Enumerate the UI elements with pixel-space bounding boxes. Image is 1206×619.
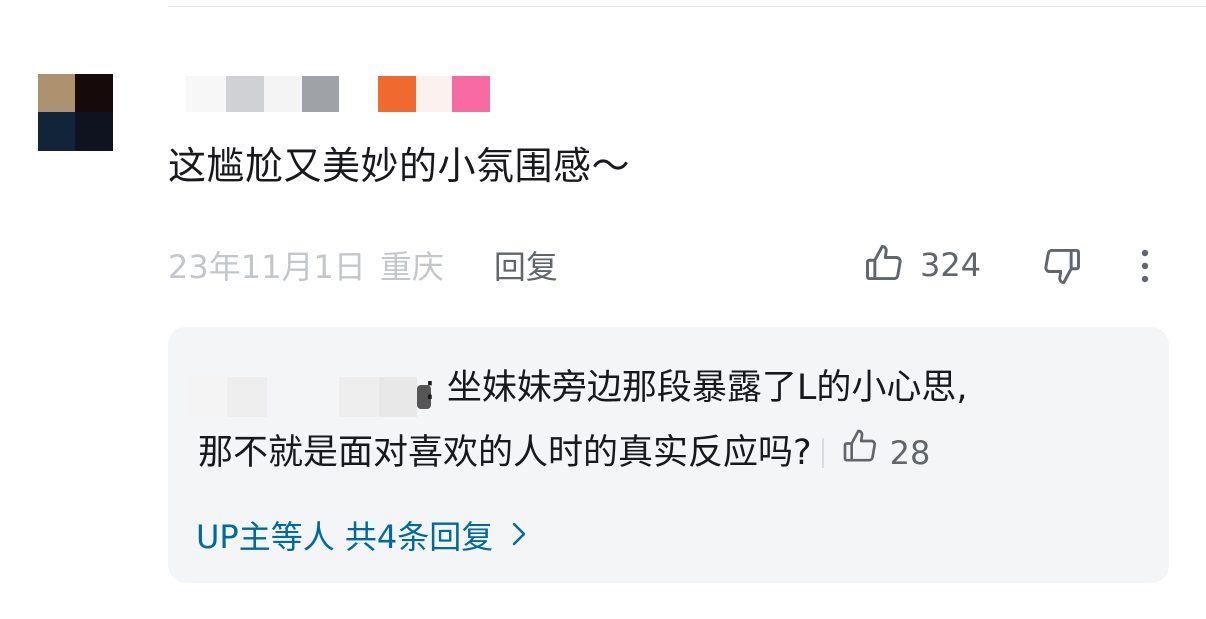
avatar-pixel [38,74,75,112]
username-pixel [302,76,339,112]
username-pixel [264,76,302,112]
reply-username-pixel [379,377,417,417]
like-count: 324 [920,246,982,284]
comment-text: 这尴尬又美妙的小氛围感～ [168,144,631,188]
thumbs-up-icon [840,426,880,480]
comment-meta: 23年11月1日 重庆 回复 324 [168,240,1178,290]
top-divider [168,6,1206,7]
reply-text-line2: 那不就是面对喜欢的人时的真实反应吗? 28 [198,426,930,480]
username-pixel [186,76,226,112]
reply-username-censored[interactable] [183,369,448,419]
view-all-replies-label: UP主等人 共4条回复 [196,518,494,556]
username-pixel [226,76,264,112]
reply-like-count: 28 [889,434,931,472]
reply-like-button[interactable]: 28 [840,426,931,480]
reply-username-pixel [227,377,267,417]
dislike-button[interactable] [1040,244,1084,288]
username-pixel [452,76,490,112]
username-pixel [416,76,452,112]
reply-button[interactable]: 回复 [494,242,558,288]
reply-text-line1: : 坐妹妹旁边那段暴露了L的小心思, [424,368,968,408]
reply-username-pixel [187,377,227,417]
comment-date: 23年11月1日 [168,248,366,286]
reply-preview-box: : 坐妹妹旁边那段暴露了L的小心思, 那不就是面对喜欢的人时的真实反应吗? 28… [168,327,1169,583]
avatar-pixel [38,112,75,151]
comment-page: 这尴尬又美妙的小氛围感～ 23年11月1日 重庆 回复 324: 坐妹妹旁边那… [0,0,1206,619]
more-vertical-icon [1130,249,1160,292]
reply-text: 那不就是面对喜欢的人时的真实反应吗? [198,433,812,473]
chevron-right-icon [493,515,527,559]
username-pixel [378,76,416,112]
thumbs-down-icon [1040,248,1084,292]
separator [821,438,824,468]
username-censored[interactable] [150,74,510,112]
reply-username-pixel [339,377,379,417]
comment-location: 重庆 [379,248,444,286]
avatar-pixel [75,112,113,151]
avatar-pixel [75,74,113,112]
thumbs-up-icon [862,241,906,289]
avatar[interactable] [38,74,113,151]
more-options-button[interactable] [1130,244,1160,288]
view-all-replies-link[interactable]: UP主等人 共4条回复 [196,515,527,559]
like-button[interactable]: 324 [862,240,981,290]
